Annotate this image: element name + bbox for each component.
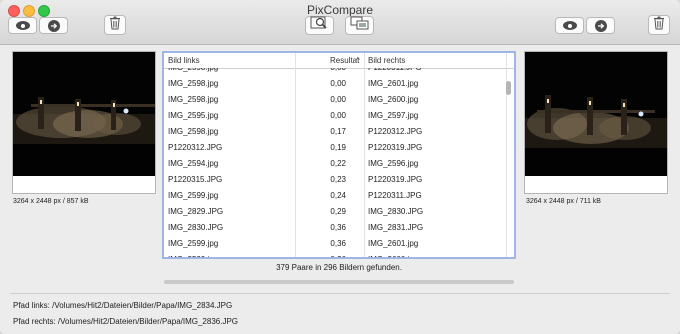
cell-right-image: P1220312.JPG	[368, 127, 423, 136]
cell-result: 0,36	[304, 255, 346, 257]
sort-ascending-icon: ^	[356, 56, 360, 65]
table-row[interactable]: IMG_2594.jpg 0,22 IMG_2596.jpg	[164, 156, 506, 172]
magnify-compare-button[interactable]	[305, 16, 334, 35]
cell-result: 0,00	[330, 111, 346, 120]
cell-left-image: IMG_2599.jpg	[168, 191, 219, 200]
vertical-scrollbar[interactable]	[506, 81, 511, 95]
cell-result: 0,00	[330, 95, 346, 104]
table-row[interactable]: IMG_2598.jpg 0,00 P1220311.JPG	[164, 68, 506, 76]
left-path-label: Pfad links: /Volumes/Hit2/Dateien/Bilder…	[13, 301, 233, 310]
table-row[interactable]: IMG_2830.JPG 0,36 IMG_2831.JPG	[164, 220, 506, 236]
right-view-button[interactable]	[555, 17, 584, 34]
left-delete-button[interactable]	[104, 15, 126, 35]
right-delete-button[interactable]	[648, 15, 670, 35]
right-image-caption: 3264 x 2448 px / 711 kB	[526, 198, 601, 205]
cell-result: 0,00	[304, 68, 346, 72]
cell-result: 0,22	[330, 159, 346, 168]
title-bar: PixCompare	[0, 0, 680, 45]
cell-right-image: P1220311.JPG	[368, 68, 422, 72]
left-photo	[13, 52, 155, 176]
left-image-preview[interactable]	[12, 51, 156, 194]
cell-left-image: IMG_2599.jpg	[168, 255, 218, 257]
window-title: PixCompare	[306, 3, 374, 17]
cell-left-image: IMG_2598.jpg	[168, 95, 219, 104]
cell-left-image: IMG_2598.jpg	[168, 127, 219, 136]
cell-right-image: P1220311.JPG	[368, 191, 422, 200]
overlay-compare-icon	[350, 16, 370, 35]
cell-left-image: IMG_2598.jpg	[168, 79, 219, 88]
cell-right-image: P1220319.JPG	[368, 143, 423, 152]
eye-icon	[562, 21, 577, 30]
arrow-right-icon	[47, 19, 60, 32]
table-row[interactable]: IMG_2595.jpg 0,00 IMG_2597.jpg	[164, 108, 506, 124]
cell-left-image: IMG_2595.jpg	[168, 111, 219, 120]
cell-result: 0,00	[330, 79, 346, 88]
cell-result: 0,17	[330, 127, 346, 136]
table-row[interactable]: IMG_2598.jpg 0,00 IMG_2600.jpg	[164, 92, 506, 108]
cell-result: 0,23	[330, 175, 346, 184]
cell-left-image: P1220312.JPG	[168, 143, 223, 152]
eye-icon	[15, 21, 30, 30]
cell-right-image: IMG_2601.jpg	[368, 239, 419, 248]
table-row[interactable]: P1220315.JPG 0,23 P1220319.JPG	[164, 172, 506, 188]
right-forward-button[interactable]	[586, 17, 615, 34]
cell-right-image: IMG_2830.JPG	[368, 207, 424, 216]
left-forward-button[interactable]	[39, 17, 68, 34]
comparison-table[interactable]: Bild links Resultat ^ Bild rechts IMG_25…	[162, 51, 516, 259]
table-row[interactable]: IMG_2599.jpg 0,36 IMG_2600.jpg	[164, 252, 506, 257]
cell-result: 0,36	[330, 239, 346, 248]
trash-icon	[653, 16, 665, 35]
table-row[interactable]: P1220312.JPG 0,19 P1220319.JPG	[164, 140, 506, 156]
cell-right-image: P1220319.JPG	[368, 175, 423, 184]
cell-left-image: IMG_2594.jpg	[168, 159, 219, 168]
left-view-button[interactable]	[8, 17, 37, 34]
cell-right-image: IMG_2600.jpg	[368, 95, 419, 104]
column-header-right-image[interactable]: Bild rechts	[368, 56, 405, 65]
cell-left-image: P1220315.JPG	[168, 175, 223, 184]
cell-result: 0,19	[330, 143, 346, 152]
status-text: 379 Paare in 296 Bildern gefunden.	[276, 263, 402, 272]
right-photo	[525, 52, 667, 176]
right-path-label: Pfad rechts: /Volumes/Hit2/Dateien/Bilde…	[13, 317, 239, 326]
table-body: IMG_2598.jpg0,00P1220311.JPGIMG_2598.jpg…	[164, 68, 506, 257]
column-header-result[interactable]: Resultat	[330, 56, 359, 65]
cell-left-image: IMG_2829.JPG	[168, 207, 224, 216]
arrow-right-icon	[594, 19, 607, 32]
table-row[interactable]: IMG_2599.jpg 0,24 P1220311.JPG	[164, 188, 506, 204]
table-row[interactable]: IMG_2599.jpg 0,36 IMG_2601.jpg	[164, 236, 506, 252]
trash-icon	[109, 16, 121, 35]
cell-left-image: IMG_2598.jpg	[168, 68, 218, 72]
cell-left-image: IMG_2830.JPG	[168, 223, 224, 232]
table-row[interactable]: IMG_2598.jpg 0,17 P1220312.JPG	[164, 124, 506, 140]
cell-right-image: IMG_2601.jpg	[368, 79, 419, 88]
magnifier-compare-icon	[310, 16, 330, 35]
app-window: PixCompare 3264 x 2448 px / 857 kB 3264 …	[0, 0, 680, 334]
cell-result: 0,24	[330, 191, 346, 200]
cell-right-image: IMG_2831.JPG	[368, 223, 424, 232]
table-row[interactable]: IMG_2829.JPG 0,29 IMG_2830.JPG	[164, 204, 506, 220]
table-row[interactable]: IMG_2598.jpg 0,00 IMG_2601.jpg	[164, 76, 506, 92]
cell-right-image: IMG_2600.jpg	[368, 255, 418, 257]
column-header-left-image[interactable]: Bild links	[168, 56, 200, 65]
cell-result: 0,29	[330, 207, 346, 216]
overlay-compare-button[interactable]	[345, 16, 374, 35]
left-image-caption: 3264 x 2448 px / 857 kB	[13, 198, 89, 205]
horizontal-scrollbar[interactable]	[164, 280, 514, 284]
cell-right-image: IMG_2597.jpg	[368, 111, 419, 120]
right-image-preview[interactable]	[524, 51, 668, 194]
cell-result: 0,36	[330, 223, 346, 232]
cell-left-image: IMG_2599.jpg	[168, 239, 219, 248]
cell-right-image: IMG_2596.jpg	[368, 159, 419, 168]
divider	[10, 293, 670, 294]
table-header: Bild links Resultat ^ Bild rechts	[164, 53, 514, 69]
